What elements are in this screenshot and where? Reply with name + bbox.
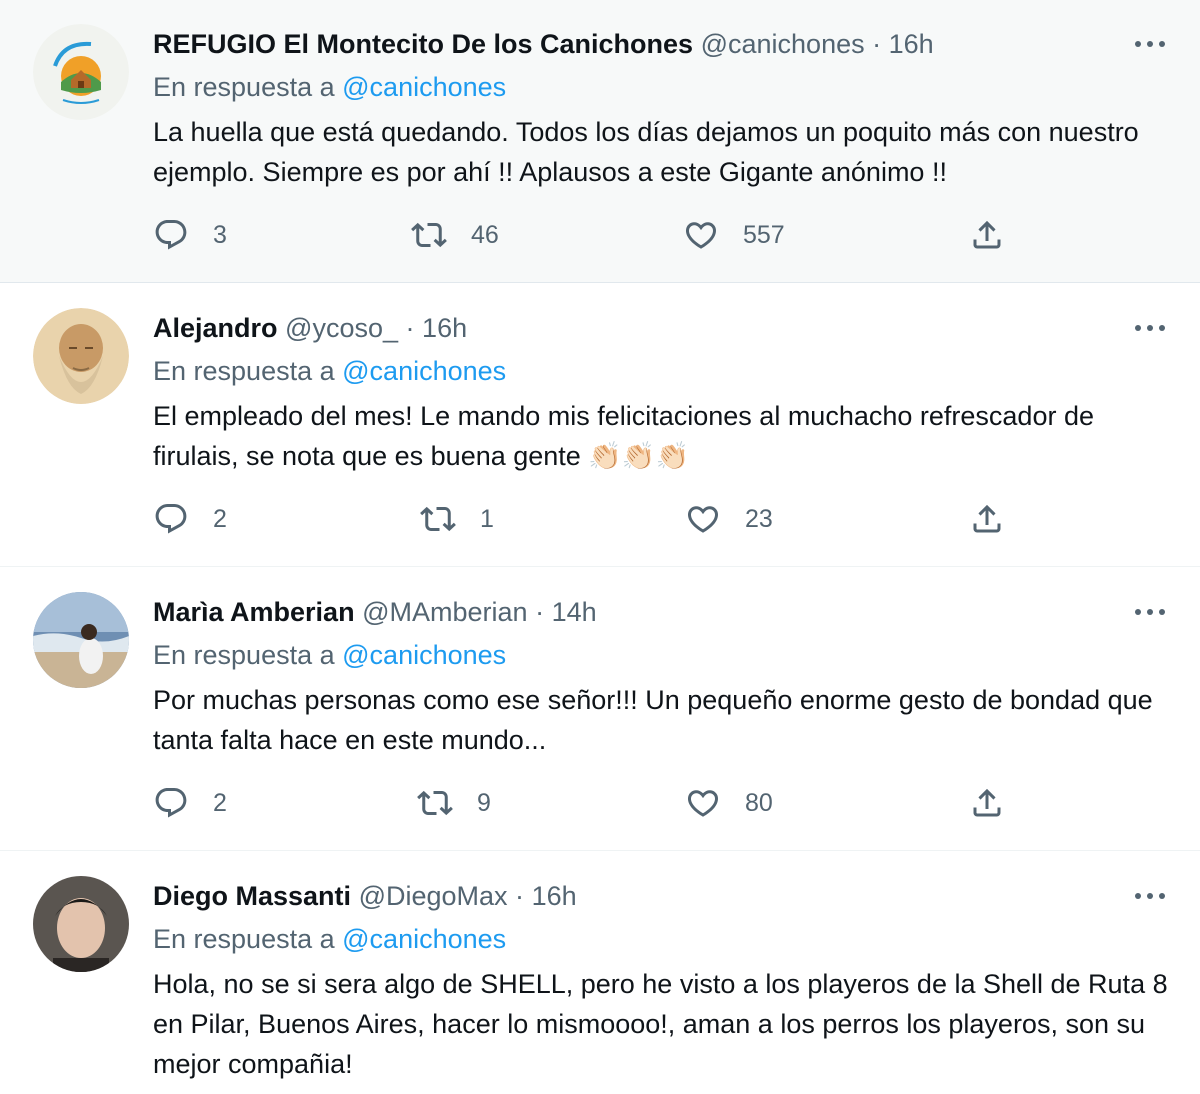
reply-mention[interactable]: @canichones bbox=[342, 356, 506, 386]
more-icon[interactable] bbox=[1132, 310, 1168, 346]
reply-mention[interactable]: @canichones bbox=[342, 924, 506, 954]
share-icon bbox=[969, 501, 1005, 537]
share-button[interactable] bbox=[969, 785, 1005, 821]
timestamp[interactable]: 16h bbox=[422, 313, 467, 343]
reply-icon bbox=[153, 501, 189, 537]
author-name[interactable]: Alejandro bbox=[153, 313, 278, 343]
like-button[interactable]: 80 bbox=[685, 785, 773, 821]
reply-prefix: En respuesta a bbox=[153, 640, 335, 670]
author-handle[interactable]: @MAmberian bbox=[362, 597, 527, 627]
reply-prefix: En respuesta a bbox=[153, 356, 335, 386]
more-icon[interactable] bbox=[1132, 594, 1168, 630]
retweet-button[interactable]: 1 bbox=[420, 501, 494, 537]
avatar-diego[interactable] bbox=[33, 876, 129, 972]
beach-photo-icon bbox=[33, 592, 129, 688]
tweet-text: La huella que está quedando. Todos los d… bbox=[153, 117, 1139, 187]
more-icon[interactable] bbox=[1132, 878, 1168, 914]
reply-prefix: En respuesta a bbox=[153, 924, 335, 954]
reply-count: 2 bbox=[213, 504, 227, 533]
reply-count: 3 bbox=[213, 220, 227, 249]
retweet-count: 1 bbox=[480, 504, 494, 533]
separator-dot: · bbox=[872, 29, 882, 59]
reply-mention[interactable]: @canichones bbox=[342, 72, 506, 102]
profile-photo-icon bbox=[33, 876, 129, 972]
retweet-icon bbox=[417, 785, 453, 821]
author-handle[interactable]: @DiegoMax bbox=[359, 881, 508, 911]
reply-icon bbox=[153, 217, 189, 253]
retweet-count: 9 bbox=[477, 788, 491, 817]
retweet-button[interactable]: 9 bbox=[417, 785, 491, 821]
like-icon bbox=[685, 501, 721, 537]
like-button[interactable]: 557 bbox=[683, 217, 785, 253]
timestamp[interactable]: 14h bbox=[552, 597, 597, 627]
timestamp[interactable]: 16h bbox=[532, 881, 577, 911]
author-handle[interactable]: @ycoso_ bbox=[285, 313, 398, 343]
avatar-alejandro[interactable] bbox=[33, 308, 129, 404]
timestamp[interactable]: 16h bbox=[889, 29, 934, 59]
like-count: 80 bbox=[745, 788, 773, 817]
author-name[interactable]: Marìa Amberian bbox=[153, 597, 355, 627]
retweet-count: 46 bbox=[471, 220, 499, 249]
retweet-icon bbox=[420, 501, 456, 537]
tweet-maria[interactable]: Marìa Amberian @MAmberian · 14h En respu… bbox=[0, 567, 1200, 851]
tweet-diego[interactable]: Diego Massanti @DiegoMax · 16h En respue… bbox=[0, 851, 1200, 1094]
like-count: 557 bbox=[743, 220, 785, 249]
reply-count: 2 bbox=[213, 788, 227, 817]
separator-dot: · bbox=[405, 313, 415, 343]
like-button[interactable]: 23 bbox=[685, 501, 773, 537]
tweet-text: El empleado del mes! Le mando mis felici… bbox=[153, 401, 1094, 471]
author-name[interactable]: Diego Massanti bbox=[153, 881, 351, 911]
share-icon bbox=[969, 785, 1005, 821]
tweet-refugio[interactable]: REFUGIO El Montecito De los Canichones @… bbox=[0, 0, 1200, 283]
share-button[interactable] bbox=[969, 501, 1005, 537]
more-icon[interactable] bbox=[1132, 26, 1168, 62]
reply-context: En respuesta a @canichones bbox=[153, 353, 506, 389]
share-icon bbox=[969, 217, 1005, 253]
reply-prefix: En respuesta a bbox=[153, 72, 335, 102]
reply-button[interactable]: 2 bbox=[153, 501, 227, 537]
like-icon bbox=[683, 217, 719, 253]
share-button[interactable] bbox=[969, 217, 1005, 253]
tweet-text: Por muchas personas como ese señor!!! Un… bbox=[153, 685, 1153, 755]
reply-icon bbox=[153, 785, 189, 821]
reply-button[interactable]: 3 bbox=[153, 217, 227, 253]
separator-dot: · bbox=[535, 597, 545, 627]
reply-context: En respuesta a @canichones bbox=[153, 921, 506, 957]
like-icon bbox=[685, 785, 721, 821]
tweet-alejandro[interactable]: Alejandro @ycoso_ · 16h En respuesta a @… bbox=[0, 283, 1200, 567]
refugio-logo-icon bbox=[33, 24, 129, 120]
avatar-maria[interactable] bbox=[33, 592, 129, 688]
retweet-button[interactable]: 46 bbox=[411, 217, 499, 253]
separator-dot: · bbox=[515, 881, 525, 911]
reply-context: En respuesta a @canichones bbox=[153, 637, 506, 673]
author-name[interactable]: REFUGIO El Montecito De los Canichones bbox=[153, 29, 693, 59]
author-handle[interactable]: @canichones bbox=[701, 29, 865, 59]
portrait-photo-icon bbox=[33, 308, 129, 404]
avatar-refugio[interactable] bbox=[33, 24, 129, 120]
reply-button[interactable]: 2 bbox=[153, 785, 227, 821]
like-count: 23 bbox=[745, 504, 773, 533]
retweet-icon bbox=[411, 217, 447, 253]
tweet-text: Hola, no se si sera algo de SHELL, pero … bbox=[153, 969, 1168, 1079]
reply-context: En respuesta a @canichones bbox=[153, 69, 506, 105]
reply-mention[interactable]: @canichones bbox=[342, 640, 506, 670]
